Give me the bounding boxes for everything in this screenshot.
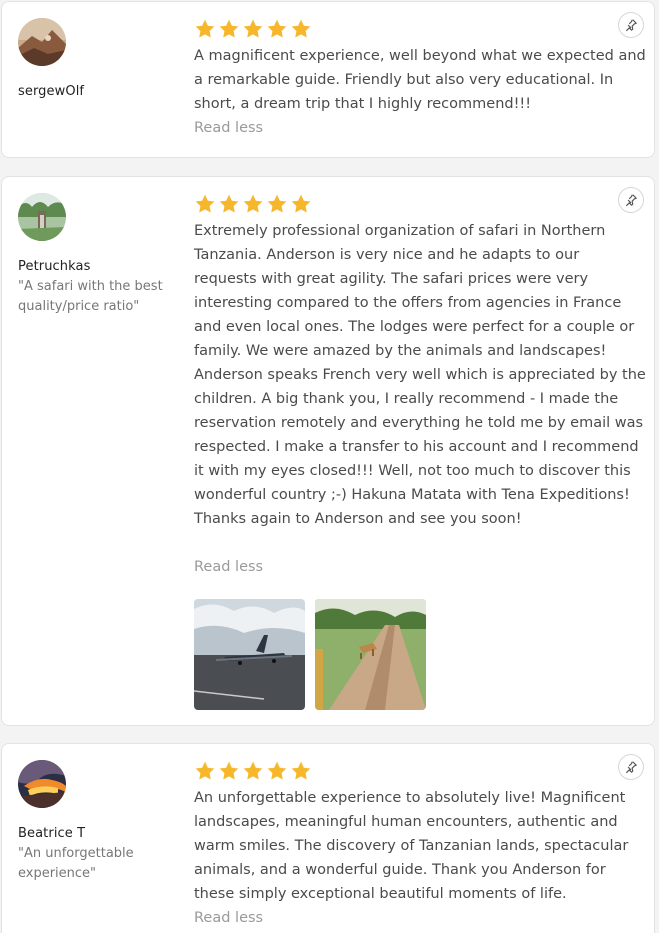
star-rating <box>194 193 312 215</box>
pin-button[interactable] <box>618 754 644 780</box>
review-text: An unforgettable experience to absolutel… <box>194 790 629 902</box>
author-name: Beatrice T <box>18 826 86 841</box>
star-icon <box>291 761 311 780</box>
pin-button[interactable] <box>618 187 644 213</box>
review-photo-leopard[interactable] <box>315 599 426 710</box>
star-rating <box>194 18 312 40</box>
star-icon <box>195 194 215 213</box>
pin-icon <box>625 761 637 774</box>
star-icon <box>291 194 311 213</box>
review-title: "An unforgettable experience" <box>18 846 134 881</box>
author-name: sergewOlf <box>18 84 85 99</box>
review-title: "A safari with the best quality/price ra… <box>18 279 163 314</box>
avatar[interactable] <box>18 18 66 66</box>
star-icon <box>243 194 263 213</box>
star-icon <box>219 761 239 780</box>
star-icon <box>195 761 215 780</box>
star-rating <box>194 760 312 782</box>
pin-icon <box>625 194 637 207</box>
author-name: Petruchkas <box>18 259 91 274</box>
read-less-link[interactable]: Read less <box>194 910 263 926</box>
star-icon <box>243 761 263 780</box>
read-less-link[interactable]: Read less <box>194 559 263 575</box>
star-icon <box>267 194 287 213</box>
star-icon <box>219 194 239 213</box>
review-text: Extremely professional organization of s… <box>194 223 646 527</box>
pin-icon <box>625 19 637 32</box>
star-icon <box>291 19 311 38</box>
review-card: sergewOlf A magnificent experience, well… <box>1 1 655 158</box>
review-card: Petruchkas "A safari with the best quali… <box>1 176 655 726</box>
avatar[interactable] <box>18 760 66 808</box>
star-icon <box>267 761 287 780</box>
review-card: Beatrice T "An unforgettable experience"… <box>1 743 655 933</box>
read-less-link[interactable]: Read less <box>194 120 263 136</box>
star-icon <box>267 19 287 38</box>
star-icon <box>219 19 239 38</box>
avatar[interactable] <box>18 193 66 241</box>
review-text: A magnificent experience, well beyond wh… <box>194 48 646 112</box>
review-photo-airplane[interactable] <box>194 599 305 710</box>
star-icon <box>243 19 263 38</box>
pin-button[interactable] <box>618 12 644 38</box>
star-icon <box>195 19 215 38</box>
